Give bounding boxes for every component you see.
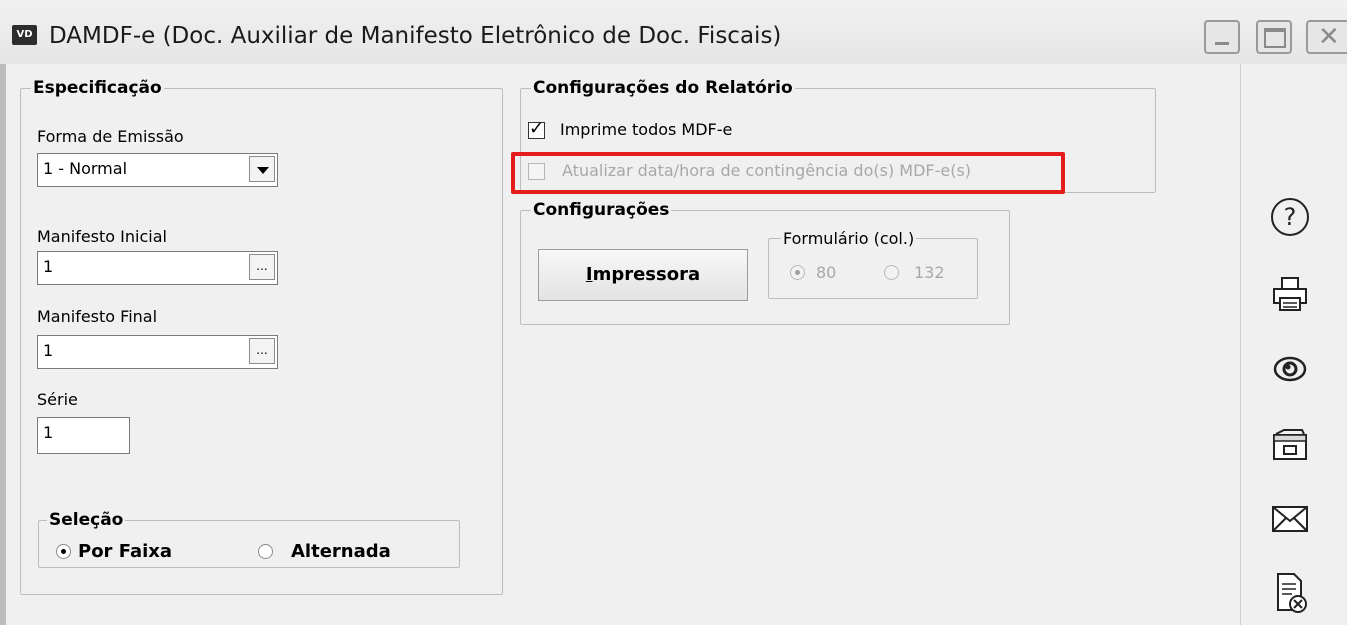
impressora-button[interactable]: Impressora — [538, 249, 748, 301]
formulario-80-radio[interactable] — [790, 265, 805, 280]
manifesto-inicial-field[interactable]: 1 ... — [37, 251, 278, 285]
app-icon: VD — [12, 25, 37, 45]
manifesto-inicial-lookup-button[interactable]: ... — [249, 254, 275, 280]
especificacao-legend: Especificação — [33, 78, 162, 98]
imprime-todos-label[interactable]: Imprime todos MDF-e — [560, 120, 732, 139]
checkmark-icon: ✓ — [529, 118, 545, 139]
minimize-button[interactable] — [1204, 20, 1240, 54]
selecao-legend: Seleção — [49, 510, 124, 530]
formulario-80-label[interactable]: 80 — [816, 263, 836, 282]
formulario-132-label[interactable]: 132 — [914, 263, 945, 282]
serie-field[interactable]: 1 — [37, 417, 130, 454]
manifesto-final-label: Manifesto Final — [37, 307, 158, 326]
cancel-document-icon — [1277, 573, 1307, 613]
atualizar-contingencia-checkbox[interactable] — [528, 163, 545, 180]
impressora-label: mpressora — [592, 264, 701, 285]
configuracoes-legend: Configurações — [533, 200, 670, 220]
title-bar: VD DAMDF-e (Doc. Auxiliar de Manifesto E… — [0, 0, 1347, 64]
serie-label: Série — [37, 390, 78, 409]
chevron-down-icon — [257, 167, 269, 174]
imprime-todos-checkbox[interactable]: ✓ — [528, 118, 545, 139]
manifesto-final-value: 1 — [43, 341, 54, 360]
email-icon — [1272, 506, 1308, 532]
dialog-window: VD DAMDF-e (Doc. Auxiliar de Manifesto E… — [0, 0, 1347, 625]
archive-button[interactable] — [1268, 422, 1312, 466]
formulario-group: Formulário (col.) — [768, 229, 978, 299]
maximize-button[interactable] — [1256, 20, 1292, 54]
folder-drawer-icon — [1273, 429, 1307, 460]
impressora-mnemonic: I — [585, 264, 593, 285]
manifesto-inicial-value: 1 — [43, 257, 54, 276]
manifesto-final-field[interactable]: 1 ... — [37, 335, 278, 369]
config-relatorio-legend: Configurações do Relatório — [533, 78, 793, 98]
svg-text:?: ? — [1284, 203, 1297, 231]
por-faixa-label[interactable]: Por Faixa — [78, 541, 172, 562]
forma-emissao-select[interactable]: 1 - Normal — [37, 153, 278, 187]
close-icon: ✕ — [1318, 22, 1340, 52]
manifesto-final-lookup-button[interactable]: ... — [249, 338, 275, 364]
manifesto-inicial-label: Manifesto Inicial — [37, 227, 167, 246]
alternada-label[interactable]: Alternada — [291, 541, 391, 562]
cancel-document-button[interactable] — [1268, 570, 1312, 614]
help-button[interactable]: ? — [1268, 195, 1312, 239]
email-button[interactable] — [1268, 497, 1312, 541]
forma-emissao-label: Forma de Emissão — [37, 127, 184, 146]
formulario-132-radio[interactable] — [884, 265, 899, 280]
print-button[interactable] — [1268, 272, 1312, 316]
printer-icon — [1273, 277, 1307, 311]
dropdown-button[interactable] — [249, 156, 275, 182]
window-title: DAMDF-e (Doc. Auxiliar de Manifesto Elet… — [49, 23, 782, 49]
forma-emissao-value: 1 - Normal — [43, 159, 128, 178]
formulario-legend: Formulário (col.) — [783, 229, 915, 248]
alternada-radio[interactable] — [258, 544, 273, 559]
por-faixa-radio[interactable] — [56, 544, 71, 559]
preview-eye-icon — [1273, 356, 1307, 382]
close-button[interactable]: ✕ — [1306, 20, 1347, 54]
preview-button[interactable] — [1268, 347, 1312, 391]
serie-value: 1 — [43, 423, 54, 442]
help-icon: ? — [1271, 198, 1309, 236]
atualizar-contingencia-label[interactable]: Atualizar data/hora de contingência do(s… — [562, 161, 971, 180]
